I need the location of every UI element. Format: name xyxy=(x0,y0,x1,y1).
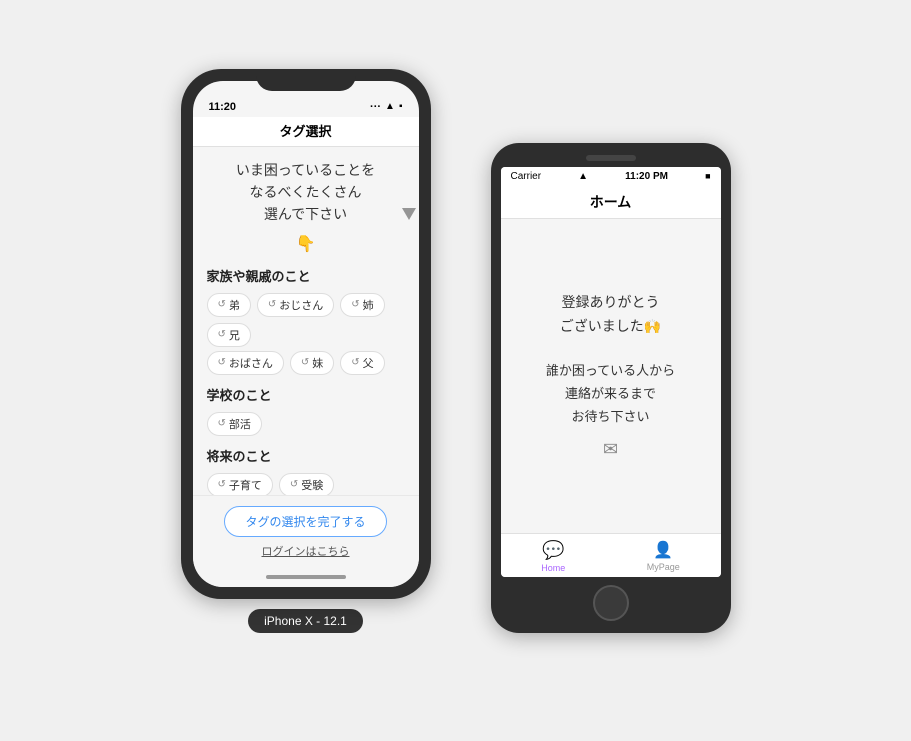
se-speaker xyxy=(586,155,636,161)
refresh-icon: ↺ xyxy=(290,479,298,490)
login-link[interactable]: ログインはこちら xyxy=(262,543,350,559)
refresh-icon: ↺ xyxy=(351,357,359,368)
se-status-right: ■ xyxy=(705,171,710,181)
tag-chip[interactable]: ↺妹 xyxy=(290,351,334,375)
tag-label: 部活 xyxy=(229,416,251,432)
se-main-content: 登録ありがとうございました🙌 誰か困っている人から連絡が来るまでお待ち下さい ✉ xyxy=(501,219,721,533)
section-future-title: 将来のこと xyxy=(207,446,405,465)
tag-label: おじさん xyxy=(279,297,323,313)
iphone-x-notch xyxy=(256,69,356,91)
section-school-title: 学校のこと xyxy=(207,385,405,404)
se-home-button[interactable] xyxy=(593,585,629,621)
iphone-x-scroll-content[interactable]: いま困っていることをなるべくたくさん選んで下さい 👇 家族や親戚のこと ↺弟 ↺… xyxy=(193,147,419,495)
iphone-x-wrapper: 11:20 ··· ▲ ▪ タグ選択 いま困っていることをなるべくたくさん選んで… xyxy=(181,69,431,633)
refresh-icon: ↺ xyxy=(301,357,309,368)
tag-chip[interactable]: ↺兄 xyxy=(207,323,251,347)
device-label: iPhone X - 12.1 xyxy=(248,609,363,633)
tag-label: 父 xyxy=(363,355,374,371)
hero-emoji: 👇 xyxy=(207,234,405,254)
hero-text: いま困っていることをなるべくたくさん選んで下さい xyxy=(207,159,405,226)
tag-label: 妹 xyxy=(312,355,323,371)
tag-label: 子育て xyxy=(229,477,262,493)
se-nav-bar: ホーム xyxy=(501,186,721,219)
phones-container: 11:20 ··· ▲ ▪ タグ選択 いま困っていることをなるべくたくさん選んで… xyxy=(181,69,731,673)
se-tab-bar: 💬 Home 👤 MyPage xyxy=(501,533,721,577)
dots-icon: ··· xyxy=(370,101,381,113)
tab-home-label: Home xyxy=(541,563,565,573)
mypage-user-icon: 👤 xyxy=(653,540,673,560)
tab-home[interactable]: 💬 Home xyxy=(541,540,565,573)
tab-mypage[interactable]: 👤 MyPage xyxy=(647,540,680,572)
section-family: 家族や親戚のこと ↺弟 ↺おじさん ↺姉 ↺兄 ↺おばさん ↺妹 ↺父 xyxy=(207,266,405,375)
tag-chip[interactable]: ↺父 xyxy=(340,351,384,375)
complete-tags-button[interactable]: タグの選択を完了する xyxy=(224,506,386,537)
tag-chip[interactable]: ↺子育て xyxy=(207,473,273,495)
se-status-bar: Carrier ▲ 11:20 PM ■ xyxy=(501,167,721,186)
iphone-x-nav-bar: タグ選択 xyxy=(193,117,419,147)
se-nav-title: ホーム xyxy=(590,194,632,210)
tag-label: おばさん xyxy=(229,355,273,371)
se-wifi-icon: ▲ xyxy=(578,171,588,182)
se-battery-icon: ■ xyxy=(705,171,710,181)
future-tags-row1: ↺子育て ↺受験 ↺就職活動 xyxy=(207,473,405,495)
refresh-icon: ↺ xyxy=(218,329,226,340)
iphone-x-home-bar xyxy=(193,567,419,587)
school-tags-row: ↺部活 xyxy=(207,412,405,436)
tag-chip[interactable]: ↺受験 xyxy=(279,473,334,495)
tag-chip[interactable]: ↺部活 xyxy=(207,412,262,436)
refresh-icon: ↺ xyxy=(218,418,226,429)
iphone-x-status-bar: 11:20 ··· ▲ ▪ xyxy=(193,93,419,117)
section-future: 将来のこと ↺子育て ↺受験 ↺就職活動 ↺結婚 xyxy=(207,446,405,495)
tag-label: 姉 xyxy=(363,297,374,313)
tab-mypage-label: MyPage xyxy=(647,562,680,572)
iphone-se-device: Carrier ▲ 11:20 PM ■ ホーム 登録ありがとうございました🙌 … xyxy=(491,143,731,633)
tag-label: 受験 xyxy=(301,477,323,493)
family-tags-row1: ↺弟 ↺おじさん ↺姉 ↺兄 xyxy=(207,293,405,347)
status-right-icons: ··· ▲ ▪ xyxy=(370,101,402,113)
section-family-title: 家族や親戚のこと xyxy=(207,266,405,285)
tag-label: 兄 xyxy=(229,327,240,343)
family-tags-row2: ↺おばさん ↺妹 ↺父 xyxy=(207,351,405,375)
refresh-icon: ↺ xyxy=(218,357,226,368)
iphone-x-screen: 11:20 ··· ▲ ▪ タグ選択 いま困っていることをなるべくたくさん選んで… xyxy=(193,81,419,587)
wifi-icon: ▲ xyxy=(385,101,395,112)
tag-chip[interactable]: ↺姉 xyxy=(340,293,384,317)
iphone-se-screen: Carrier ▲ 11:20 PM ■ ホーム 登録ありがとうございました🙌 … xyxy=(501,167,721,577)
refresh-icon: ↺ xyxy=(218,299,226,310)
se-thanks-text: 登録ありがとうございました🙌 xyxy=(560,291,661,339)
home-indicator xyxy=(266,575,346,579)
se-carrier: Carrier xyxy=(511,171,542,182)
battery-icon: ▪ xyxy=(399,101,403,112)
iphone-x-device: 11:20 ··· ▲ ▪ タグ選択 いま困っていることをなるべくたくさん選んで… xyxy=(181,69,431,599)
status-time: 11:20 xyxy=(209,101,237,113)
mail-icon: ✉ xyxy=(603,439,618,460)
refresh-icon: ↺ xyxy=(351,299,359,310)
section-school: 学校のこと ↺部活 xyxy=(207,385,405,436)
refresh-icon: ↺ xyxy=(218,479,226,490)
refresh-icon: ↺ xyxy=(268,299,276,310)
tag-chip[interactable]: ↺おじさん xyxy=(257,293,334,317)
se-time: 11:20 PM xyxy=(625,171,668,182)
tag-label: 弟 xyxy=(229,297,240,313)
se-wait-text: 誰か困っている人から連絡が来るまでお待ち下さい xyxy=(546,359,675,429)
home-chat-icon: 💬 xyxy=(542,540,564,561)
iphone-x-nav-title: タグ選択 xyxy=(279,124,331,139)
iphone-x-footer: タグの選択を完了する ログインはこちら xyxy=(193,495,419,567)
tag-chip[interactable]: ↺おばさん xyxy=(207,351,284,375)
tag-chip[interactable]: ↺弟 xyxy=(207,293,251,317)
